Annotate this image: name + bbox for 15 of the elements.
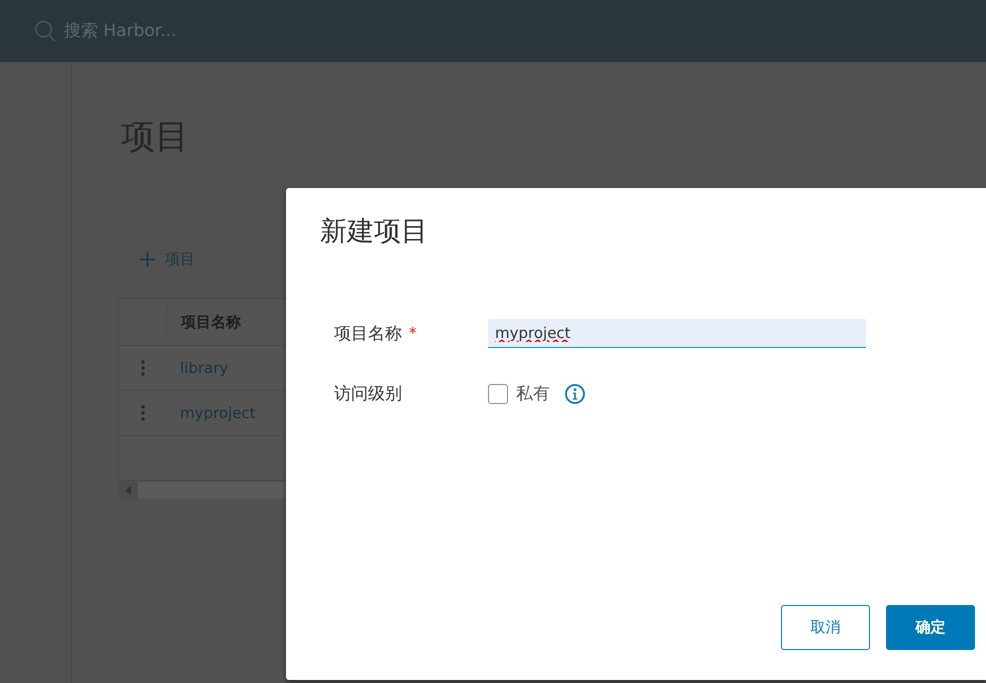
project-name-input[interactable]: myproject [488,319,866,348]
checkbox[interactable] [488,384,508,404]
info-icon[interactable] [565,384,585,404]
cancel-button[interactable]: 取消 [781,605,870,650]
checkbox-label[interactable]: 私有 [516,382,550,405]
confirm-button[interactable]: 确定 [886,605,975,650]
plus-icon [140,252,155,266]
field-label: 项目名称 [334,323,402,345]
dialog-title: 新建项目 [320,215,428,249]
kebab-menu-icon[interactable] [141,405,145,421]
required-mark: * [409,326,416,341]
kebab-menu-icon[interactable] [141,360,145,376]
field-label: 访问级别 [334,383,402,405]
scroll-left-arrow-icon[interactable] [125,486,131,495]
search-icon [35,20,56,42]
